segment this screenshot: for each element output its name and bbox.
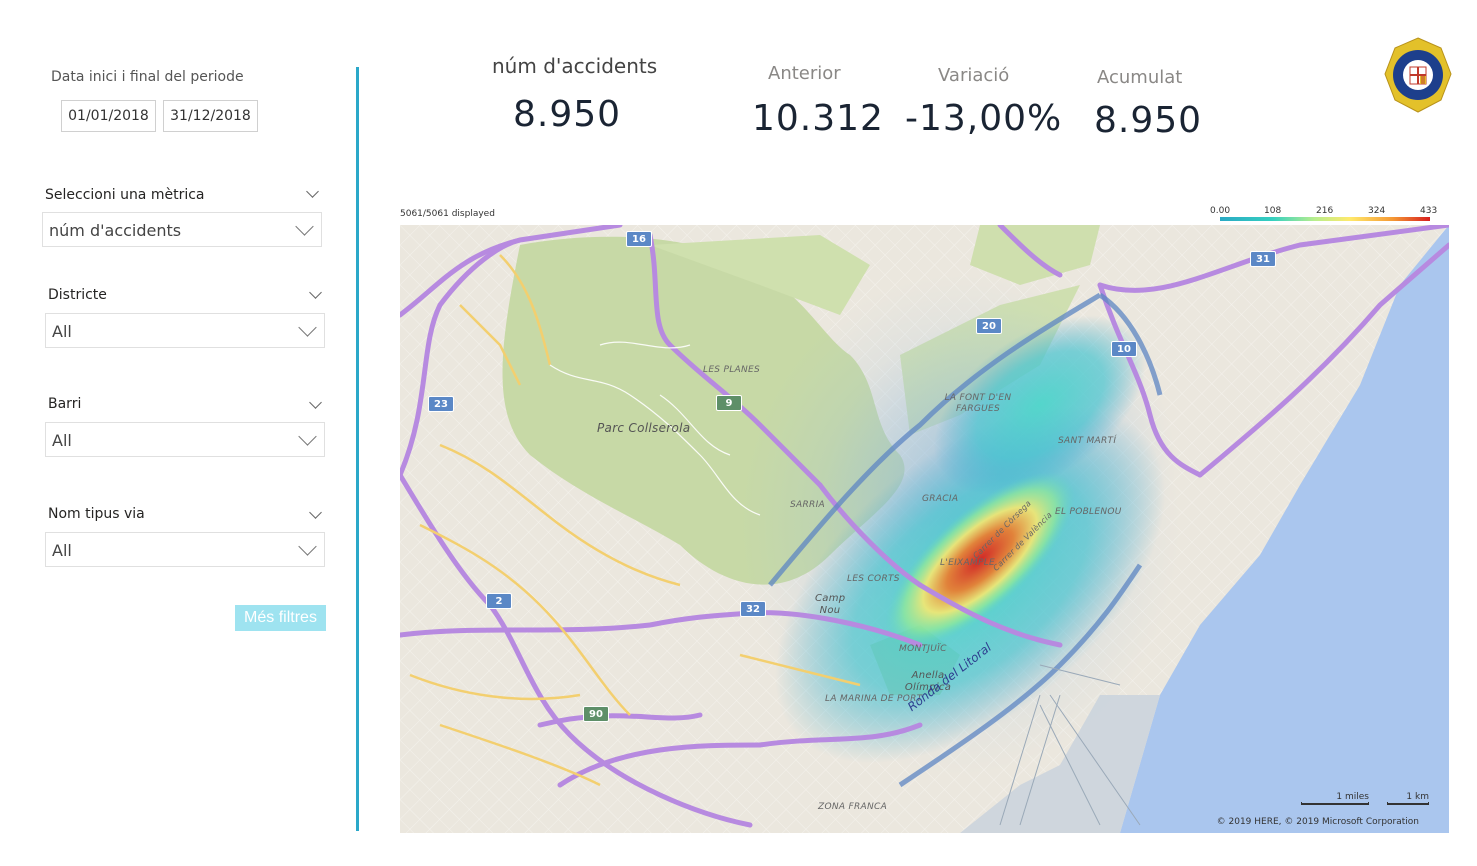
map-label-les-corts: LES CORTS — [847, 574, 900, 584]
chevron-down-icon[interactable] — [309, 286, 322, 299]
legend-tick: 433 — [1420, 206, 1438, 216]
chevron-down-icon — [295, 217, 314, 236]
district-slicer-title: Districte — [48, 287, 107, 303]
kpi-main-value: 8.950 — [513, 94, 622, 135]
road-shield-2: 2 — [486, 593, 512, 609]
district-dropdown[interactable]: All — [45, 313, 325, 348]
neighborhood-slicer-title: Barri — [48, 396, 82, 412]
kpi-variation-label: Variació — [938, 65, 1010, 86]
map-scale-miles: 1 miles — [1301, 792, 1369, 805]
guardia-urbana-logo — [1383, 36, 1453, 116]
legend-tick: 324 — [1368, 206, 1386, 216]
chevron-down-icon[interactable] — [309, 506, 322, 519]
map-copyright: © 2019 HERE, © 2019 Microsoft Corporatio… — [1216, 817, 1419, 827]
road-shield-9: 9 — [716, 395, 742, 411]
district-dropdown-value: All — [52, 322, 72, 341]
end-date-input[interactable]: 31/12/2018 — [163, 100, 258, 132]
map-scale-km: 1 km — [1387, 792, 1429, 805]
street-type-slicer-title: Nom tipus via — [48, 506, 145, 522]
neighborhood-dropdown[interactable]: All — [45, 422, 325, 457]
map-label-eixample: L'EIXAMPLE — [940, 558, 996, 568]
kpi-cumulative-value: 8.950 — [1094, 100, 1203, 141]
metric-slicer-title: Seleccioni una mètrica — [45, 187, 205, 203]
heatmap-legend: 0.00 108 216 324 433 — [1208, 206, 1438, 226]
map-label-poblenou: EL POBLENOU — [1055, 507, 1122, 517]
road-shield-32: 32 — [740, 601, 766, 617]
map-display-count: 5061/5061 displayed — [400, 209, 495, 219]
chevron-down-icon — [298, 318, 317, 337]
road-shield-16: 16 — [626, 231, 652, 247]
legend-tick: 216 — [1316, 206, 1334, 216]
map-label-zona-franca: ZONA FRANCA — [818, 802, 888, 812]
map-label-sant-marti: SANT MARTÍ — [1058, 436, 1117, 446]
map-canvas — [400, 225, 1449, 833]
road-shield-90: 90 — [583, 706, 609, 722]
legend-tick: 108 — [1264, 206, 1282, 216]
kpi-cumulative-label: Acumulat — [1097, 67, 1183, 88]
kpi-previous-value: 10.312 — [752, 98, 884, 139]
chevron-down-icon — [298, 537, 317, 556]
panel-divider — [356, 67, 359, 831]
map-label-les-planes: LES PLANES — [703, 365, 761, 375]
metric-dropdown-value: núm d'accidents — [49, 221, 182, 240]
metric-dropdown[interactable]: núm d'accidents — [42, 212, 322, 247]
map-label-parc-collserola: Parc Collserola — [597, 421, 691, 435]
road-shield-10: 10 — [1111, 341, 1137, 357]
kpi-previous-label: Anterior — [768, 63, 841, 84]
street-type-dropdown[interactable]: All — [45, 532, 325, 567]
street-type-dropdown-value: All — [52, 541, 72, 560]
date-range-title: Data inici i final del periode — [51, 69, 244, 85]
legend-gradient-bar — [1220, 217, 1430, 221]
start-date-input[interactable]: 01/01/2018 — [61, 100, 156, 132]
kpi-variation-value: -13,00% — [905, 98, 1063, 139]
map-label-font-en-fargues: LA FONT D'EN FARGUES — [944, 393, 1012, 414]
chevron-down-icon — [298, 427, 317, 446]
road-shield-23: 23 — [428, 396, 454, 412]
chevron-down-icon[interactable] — [306, 185, 319, 198]
scale-miles-label: 1 miles — [1336, 792, 1369, 802]
map-label-sarria: SARRIA — [790, 500, 825, 510]
scale-km-label: 1 km — [1406, 792, 1429, 802]
chevron-down-icon[interactable] — [309, 396, 322, 409]
map-label-gracia: GRACIA — [922, 494, 959, 504]
kpi-main-label: núm d'accidents — [492, 54, 658, 78]
map-label-camp-nou: Camp Nou — [815, 593, 846, 616]
road-shield-31: 31 — [1250, 251, 1276, 267]
heat-map[interactable]: Parc Collserola LES PLANES LA FONT D'EN … — [400, 225, 1449, 833]
map-label-montjuic: MONTJUÏC — [899, 644, 947, 654]
more-filters-button[interactable]: Més filtres — [235, 605, 326, 631]
legend-tick: 0.00 — [1210, 206, 1231, 216]
neighborhood-dropdown-value: All — [52, 431, 72, 450]
road-shield-20: 20 — [976, 318, 1002, 334]
